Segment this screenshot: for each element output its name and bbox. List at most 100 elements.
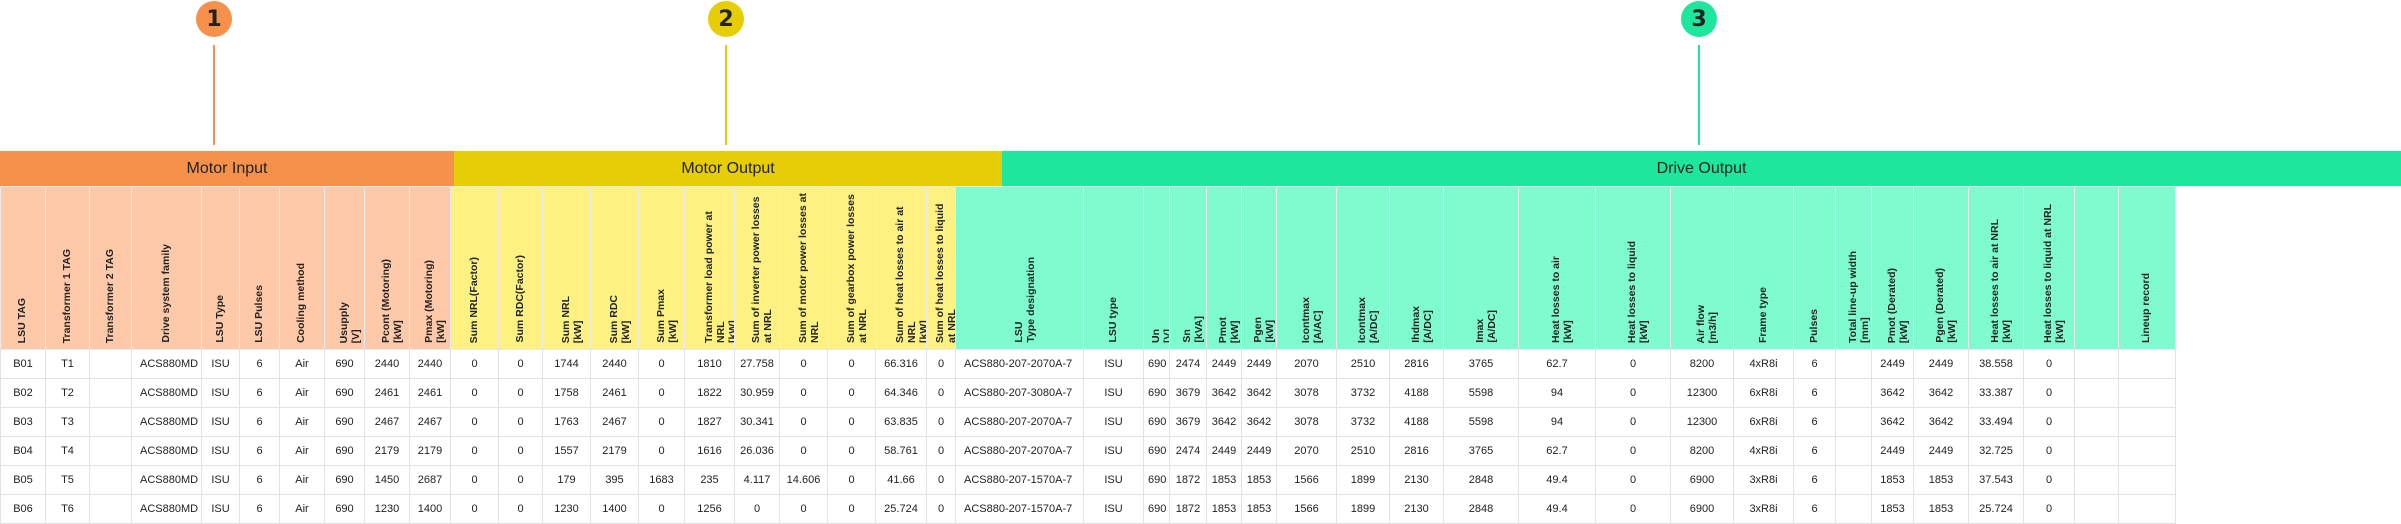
column-header[interactable]: Heat losses to liquid at NRL [kW]: [2023, 186, 2075, 350]
table-cell[interactable]: 0: [450, 436, 499, 466]
table-cell[interactable]: ACS880MD: [131, 465, 202, 495]
table-cell[interactable]: 0: [498, 378, 543, 408]
table-cell[interactable]: 3078: [1276, 378, 1337, 408]
table-cell[interactable]: 49.4: [1518, 494, 1596, 524]
table-cell[interactable]: 3765: [1443, 436, 1519, 466]
column-header[interactable]: Pmot [kW]: [1206, 186, 1242, 350]
table-cell[interactable]: 0: [450, 465, 499, 495]
table-cell[interactable]: 1758: [542, 378, 591, 408]
table-cell[interactable]: 6xR8i: [1733, 378, 1794, 408]
table-cell[interactable]: 0: [498, 465, 543, 495]
table-cell[interactable]: 49.4: [1518, 465, 1596, 495]
table-cell[interactable]: 1872: [1169, 465, 1207, 495]
table-cell[interactable]: 1400: [590, 494, 639, 524]
table-cell[interactable]: 6: [1793, 378, 1836, 408]
table-cell[interactable]: 2449: [1913, 436, 1969, 466]
table-cell[interactable]: 6: [239, 436, 280, 466]
table-cell[interactable]: 64.346: [875, 378, 927, 408]
column-header[interactable]: Pcont (Motoring) [kW]: [364, 186, 410, 350]
table-cell[interactable]: [2118, 494, 2176, 524]
table-row[interactable]: B06 T6 ACS880MD ISU 6 Air 690 1230 1400 0 0 1230 140…: [0, 494, 2176, 524]
table-cell[interactable]: 0: [1595, 407, 1671, 437]
table-cell[interactable]: 690: [324, 465, 365, 495]
table-cell[interactable]: 62.7: [1518, 349, 1596, 379]
table-cell[interactable]: [2074, 465, 2119, 495]
table-cell[interactable]: 1810: [684, 349, 735, 379]
table-cell[interactable]: 0: [926, 465, 956, 495]
column-header[interactable]: Sum Pmax [kW]: [638, 186, 685, 350]
table-cell[interactable]: T6: [45, 494, 90, 524]
table-cell[interactable]: 1853: [1871, 494, 1914, 524]
column-header[interactable]: Sum NRL(Factor): [450, 186, 499, 350]
table-cell[interactable]: 2449: [1871, 436, 1914, 466]
table-cell[interactable]: 690: [324, 407, 365, 437]
table-cell[interactable]: 1853: [1913, 465, 1969, 495]
table-cell[interactable]: 1853: [1241, 465, 1277, 495]
table-cell[interactable]: 0: [638, 378, 685, 408]
table-cell[interactable]: 2449: [1241, 436, 1277, 466]
column-header[interactable]: Sum of gearbox power losses at NRL: [827, 186, 876, 350]
table-cell[interactable]: [89, 407, 132, 437]
table-cell[interactable]: 1853: [1871, 465, 1914, 495]
table-cell[interactable]: 690: [1143, 465, 1170, 495]
table-cell[interactable]: 2130: [1389, 494, 1444, 524]
table-cell[interactable]: 33.387: [1968, 378, 2024, 408]
table-cell[interactable]: 1683: [638, 465, 685, 495]
table-cell[interactable]: 2179: [364, 436, 410, 466]
column-header[interactable]: Ihdmax [A/DC]: [1389, 186, 1444, 350]
table-cell[interactable]: [2074, 436, 2119, 466]
table-cell[interactable]: 3732: [1336, 407, 1390, 437]
column-header[interactable]: LSU Pulses: [239, 186, 280, 350]
table-cell[interactable]: [89, 494, 132, 524]
table-cell[interactable]: 690: [324, 436, 365, 466]
table-cell[interactable]: 3642: [1241, 407, 1277, 437]
table-cell[interactable]: 25.724: [1968, 494, 2024, 524]
table-cell[interactable]: 0: [1595, 349, 1671, 379]
table-cell[interactable]: ACS880MD: [131, 378, 202, 408]
column-header[interactable]: LSU type: [1083, 186, 1144, 350]
table-cell[interactable]: [89, 378, 132, 408]
table-cell[interactable]: T5: [45, 465, 90, 495]
table-cell[interactable]: 6: [1793, 349, 1836, 379]
table-cell[interactable]: ACS880-207-1570A-7: [955, 494, 1084, 524]
table-cell[interactable]: 37.543: [1968, 465, 2024, 495]
table-cell[interactable]: ISU: [201, 465, 240, 495]
column-header[interactable]: Imax [A/DC]: [1443, 186, 1519, 350]
column-header[interactable]: Drive system family: [131, 186, 202, 350]
table-cell[interactable]: [1835, 494, 1872, 524]
table-cell[interactable]: 33.494: [1968, 407, 2024, 437]
table-cell[interactable]: 0: [926, 436, 956, 466]
column-header[interactable]: Sum RDC [kW]: [590, 186, 639, 350]
table-cell[interactable]: 0: [498, 494, 543, 524]
table-cell[interactable]: 0: [450, 407, 499, 437]
table-cell[interactable]: 6: [239, 465, 280, 495]
table-cell[interactable]: 0: [779, 494, 828, 524]
table-cell[interactable]: Air: [279, 378, 325, 408]
table-cell[interactable]: [1835, 465, 1872, 495]
table-cell[interactable]: 6: [1793, 407, 1836, 437]
table-cell[interactable]: 1450: [364, 465, 410, 495]
table-cell[interactable]: 2816: [1389, 436, 1444, 466]
table-cell[interactable]: 0: [450, 378, 499, 408]
table-row[interactable]: B02 T2 ACS880MD ISU 6 Air 690 2461 2461 0 0 1758 246…: [0, 378, 2176, 408]
table-cell[interactable]: 2449: [1206, 349, 1242, 379]
table-cell[interactable]: 690: [324, 494, 365, 524]
column-header[interactable]: Pulses: [1793, 186, 1836, 350]
table-cell[interactable]: 1566: [1276, 465, 1337, 495]
table-cell[interactable]: 62.7: [1518, 436, 1596, 466]
table-cell[interactable]: 0: [498, 349, 543, 379]
table-cell[interactable]: [2074, 494, 2119, 524]
column-header[interactable]: Sum of heat losses to liquid at NRL: [926, 186, 956, 350]
table-cell[interactable]: 0: [926, 378, 956, 408]
column-header[interactable]: Lineup record: [2118, 186, 2176, 350]
table-cell[interactable]: 2449: [1241, 349, 1277, 379]
table-cell[interactable]: 0: [926, 407, 956, 437]
column-header[interactable]: Sum of inverter power losses at NRL: [734, 186, 780, 350]
table-cell[interactable]: 690: [1143, 436, 1170, 466]
table-cell[interactable]: 2848: [1443, 465, 1519, 495]
table-cell[interactable]: 14.606: [779, 465, 828, 495]
table-cell[interactable]: ISU: [1083, 407, 1144, 437]
table-cell[interactable]: 4xR8i: [1733, 436, 1794, 466]
table-cell[interactable]: 12300: [1670, 378, 1734, 408]
table-cell[interactable]: B01: [0, 349, 46, 379]
